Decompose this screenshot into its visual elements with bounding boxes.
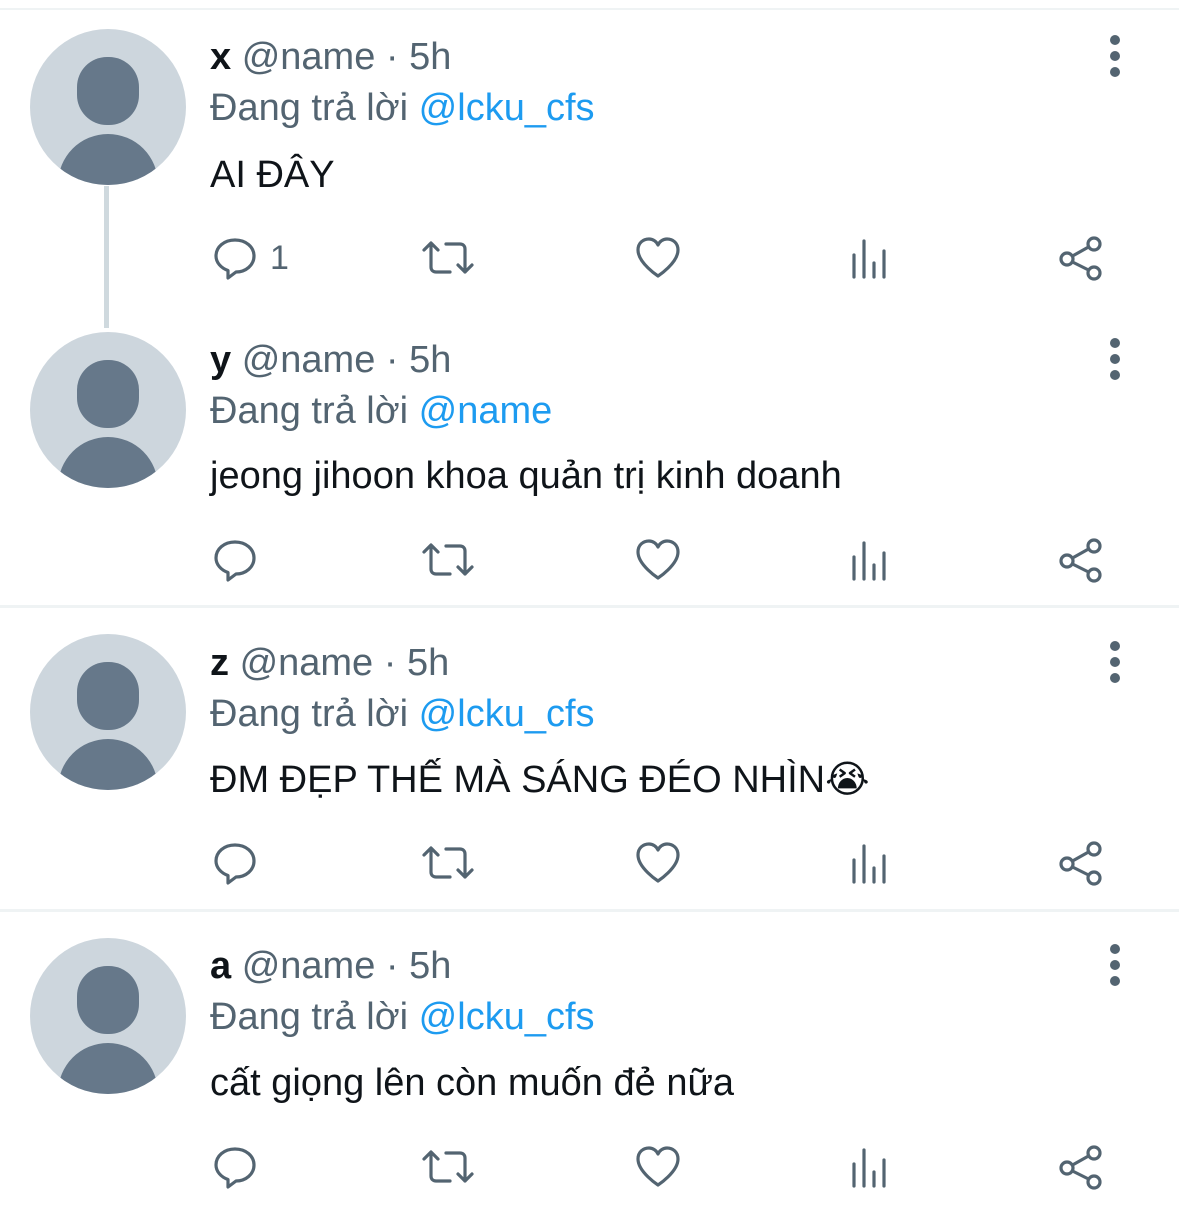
mention-link[interactable]: @lcku_cfs bbox=[419, 693, 595, 735]
share-icon bbox=[1059, 841, 1102, 886]
tweet-header: a @name · 5h bbox=[210, 944, 451, 988]
reply-button[interactable] bbox=[212, 838, 270, 888]
tweet-header: x @name · 5h bbox=[210, 35, 451, 79]
share-button[interactable] bbox=[1057, 535, 1105, 585]
more-icon[interactable] bbox=[1102, 640, 1128, 684]
tweet-header: y @name · 5h bbox=[210, 338, 451, 382]
user-handle[interactable]: @name bbox=[242, 339, 376, 381]
tweet[interactable]: x @name · 5h Đang trả lời @lcku_cfs AI Đ… bbox=[0, 0, 1179, 300]
views-icon bbox=[852, 1148, 886, 1188]
tweet-header: z @name · 5h bbox=[210, 641, 449, 685]
user-handle[interactable]: @name bbox=[240, 642, 374, 684]
separator-dot: · bbox=[385, 36, 399, 78]
timestamp[interactable]: 5h bbox=[407, 642, 449, 684]
display-name[interactable]: a bbox=[210, 945, 231, 987]
replying-to: Đang trả lời @lcku_cfs bbox=[210, 692, 595, 736]
retweet-icon bbox=[422, 1150, 474, 1183]
display-name[interactable]: z bbox=[210, 642, 229, 684]
share-button[interactable] bbox=[1057, 233, 1105, 283]
display-name[interactable]: y bbox=[210, 339, 231, 381]
like-button[interactable] bbox=[634, 838, 682, 888]
reply-icon bbox=[214, 540, 256, 582]
user-handle[interactable]: @name bbox=[242, 36, 376, 78]
mention-link[interactable]: @lcku_cfs bbox=[419, 996, 595, 1038]
views-button[interactable] bbox=[848, 1142, 890, 1192]
share-button[interactable] bbox=[1057, 1142, 1105, 1192]
separator-dot: · bbox=[385, 339, 399, 381]
more-icon[interactable] bbox=[1102, 34, 1128, 78]
retweet-icon bbox=[422, 846, 474, 879]
views-button[interactable] bbox=[848, 838, 890, 888]
like-icon bbox=[636, 842, 680, 883]
avatar[interactable] bbox=[30, 332, 186, 488]
retweet-button[interactable] bbox=[420, 1142, 476, 1192]
replying-to-label: Đang trả lời bbox=[210, 996, 409, 1038]
replying-to-label: Đang trả lời bbox=[210, 390, 409, 432]
like-button[interactable] bbox=[634, 233, 682, 283]
retweet-icon bbox=[422, 241, 474, 274]
replying-to: Đang trả lời @lcku_cfs bbox=[210, 995, 595, 1039]
like-icon bbox=[636, 1146, 680, 1187]
timestamp[interactable]: 5h bbox=[409, 339, 451, 381]
mention-link[interactable]: @lcku_cfs bbox=[419, 87, 595, 129]
share-button[interactable] bbox=[1057, 838, 1105, 888]
replying-to-label: Đang trả lời bbox=[210, 693, 409, 735]
views-icon bbox=[852, 844, 886, 884]
separator-dot: · bbox=[385, 945, 399, 987]
tweet-text: AI ĐÂY bbox=[210, 154, 335, 196]
like-button[interactable] bbox=[634, 535, 682, 585]
tweet[interactable]: a @name · 5h Đang trả lời @lcku_cfs cất … bbox=[0, 909, 1179, 1211]
share-icon bbox=[1059, 538, 1102, 583]
retweet-icon bbox=[422, 543, 474, 576]
avatar[interactable] bbox=[30, 29, 186, 185]
reply-icon bbox=[214, 1147, 256, 1189]
tweet[interactable]: y @name · 5h Đang trả lời @name jeong ji… bbox=[0, 303, 1179, 603]
tweet-text: jeong jihoon khoa quản trị kinh doanh bbox=[210, 455, 842, 497]
retweet-button[interactable] bbox=[420, 838, 476, 888]
timestamp[interactable]: 5h bbox=[409, 36, 451, 78]
views-icon bbox=[852, 239, 886, 279]
reply-button[interactable] bbox=[212, 535, 270, 585]
tweet[interactable]: z @name · 5h Đang trả lời @lcku_cfs ĐM Đ… bbox=[0, 606, 1179, 906]
action-bar bbox=[0, 535, 1179, 585]
reply-count: 1 bbox=[270, 239, 289, 277]
action-bar bbox=[0, 838, 1179, 888]
avatar[interactable] bbox=[30, 634, 186, 790]
tweet-text: cất giọng lên còn muốn đẻ nữa bbox=[210, 1062, 735, 1104]
action-bar: 1 bbox=[0, 233, 1179, 283]
timestamp[interactable]: 5h bbox=[409, 945, 451, 987]
like-button[interactable] bbox=[634, 1142, 682, 1192]
share-icon bbox=[1059, 236, 1102, 281]
reply-button[interactable]: 1 bbox=[212, 233, 289, 283]
tweet-text: ĐM ĐẸP THẾ MÀ SÁNG ĐÉO NHÌN😭 bbox=[210, 759, 870, 801]
more-icon[interactable] bbox=[1102, 337, 1128, 381]
separator-dot: · bbox=[383, 642, 397, 684]
views-icon bbox=[852, 541, 886, 581]
views-button[interactable] bbox=[848, 233, 890, 283]
mention-link[interactable]: @name bbox=[419, 390, 553, 432]
action-bar bbox=[0, 1142, 1179, 1192]
share-icon bbox=[1059, 1145, 1102, 1190]
reply-icon bbox=[214, 238, 256, 280]
like-icon bbox=[636, 237, 680, 278]
retweet-button[interactable] bbox=[420, 535, 476, 585]
avatar[interactable] bbox=[30, 938, 186, 1094]
replying-to: Đang trả lời @lcku_cfs bbox=[210, 86, 595, 130]
display-name[interactable]: x bbox=[210, 36, 231, 78]
retweet-button[interactable] bbox=[420, 233, 476, 283]
views-button[interactable] bbox=[848, 535, 890, 585]
reply-button[interactable] bbox=[212, 1142, 270, 1192]
more-icon[interactable] bbox=[1102, 943, 1128, 987]
reply-icon bbox=[214, 843, 256, 885]
replying-to: Đang trả lời @name bbox=[210, 389, 552, 433]
replying-to-label: Đang trả lời bbox=[210, 87, 409, 129]
user-handle[interactable]: @name bbox=[242, 945, 376, 987]
like-icon bbox=[636, 539, 680, 580]
